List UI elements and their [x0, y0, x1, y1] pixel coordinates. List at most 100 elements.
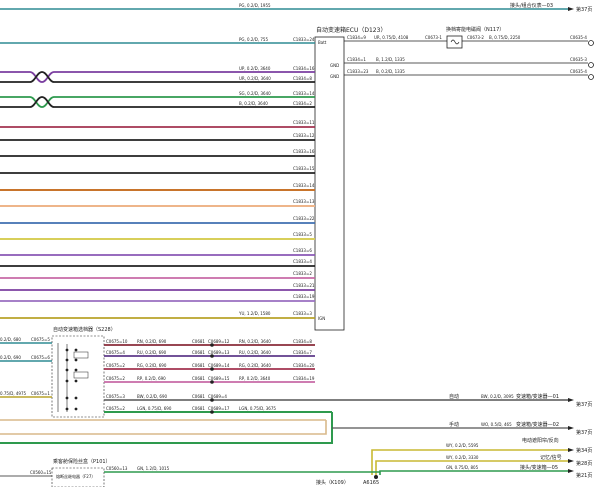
- yellow-branch: [371, 449, 568, 475]
- right-ref-5-label: GN, 0.75/D, 805: [446, 465, 479, 470]
- wire-w2: UR, 0.2/D, 3640 C1834=8: [239, 76, 312, 81]
- wire-w8: C1833=15: [0, 166, 315, 174]
- selector-row-4-j1: C0681: [192, 376, 205, 381]
- right-ref-2-mode: 手动: [449, 421, 459, 428]
- right-ref-1-mode: 自动: [449, 393, 459, 400]
- green-loop: [0, 412, 333, 444]
- gnd-wire-2-label: B, 0.2/D, 1335: [376, 69, 405, 74]
- selector-left-wire-1-pin: C0675=5: [31, 337, 50, 342]
- wire-w3-pin: C1833=14: [293, 91, 315, 96]
- selector-row-3-w2: RG, 0.2/D, 3640: [239, 363, 271, 368]
- wire-w18: YU, 1.2/D, 1580 C1833=3: [0, 311, 315, 319]
- selector-row-4-pin: C0675=2: [106, 376, 125, 381]
- right-ref-2: 手动 WO, 0.5/D, 465 变速箱/变速器—02 第37页: [332, 421, 592, 436]
- joint-code: A6165: [363, 480, 379, 486]
- right-ref-3: WY, 0.2/D, 5595 电动遮阳帘/反向 第34页: [446, 437, 592, 454]
- wire-w6-pin: C1833=12: [293, 133, 315, 138]
- wire-w16: C1833=21: [0, 283, 315, 291]
- wire-w1-label: UP, 0.2/D, 3640: [239, 66, 271, 71]
- selector-row-2: C0675=4 RU, 0.2/D, 690 C0681 C0689=13 RU…: [104, 350, 315, 358]
- arrow-right-icon: [568, 459, 574, 463]
- ground-ref-3: C0635-4: [570, 69, 587, 74]
- passenger-title: 乘客舱保险丝盒（P101）: [53, 458, 111, 465]
- ecu-pin-gnd-1: GND: [330, 63, 339, 68]
- wire-w18-label: YU, 1.2/D, 1580: [238, 311, 271, 316]
- selector-left-wire-2: 0.2/D, 690 C0675=6: [0, 355, 52, 362]
- selector-row-6: C0675=2 LGN, 0.75/D, 690 C0681 C0689=17 …: [104, 406, 332, 414]
- selector-row-2-w1: RU, 0.2/D, 690: [137, 350, 167, 355]
- selector-left-wire-3: 0.75/D, 4975 C0675=1: [0, 391, 52, 398]
- right-ref-1-page[interactable]: 第37页: [576, 401, 592, 408]
- ground-ref-icon[interactable]: [588, 40, 594, 46]
- junction-dot: [374, 475, 378, 479]
- wire-w9: C1833=14: [0, 183, 315, 191]
- gnd-wire-2: C1833=23 B, 0.2/D, 1335 C0635-4: [344, 69, 594, 80]
- wire-w17-pin: C1833=19: [293, 294, 315, 299]
- passenger-wire: GN, 1.2/D, 1015: [137, 466, 170, 471]
- right-ref-1-dest: 变速箱/变速器—01: [516, 393, 559, 400]
- selector-left-wire-1: 0.2/D, 680 C0675=5: [0, 337, 52, 344]
- right-ref-4-page[interactable]: 第28页: [576, 460, 592, 467]
- ground-ref-icon[interactable]: [588, 74, 594, 80]
- arrow-right-icon: [568, 7, 574, 11]
- top-wire-page[interactable]: 第37页: [576, 6, 592, 13]
- wire-w12: C1833=5: [0, 232, 315, 240]
- ground-ref-1: C0635-4: [570, 35, 587, 40]
- right-ref-3-label: WY, 0.2/D, 5595: [446, 443, 479, 448]
- selector-row-1-ecu: C1834=8: [293, 339, 312, 344]
- selector-row-4-w1: RP, 0.2/D, 690: [137, 376, 166, 381]
- wire-w4-label: B, 0.2/D, 3640: [239, 101, 268, 106]
- ground-ref-icon[interactable]: [588, 62, 594, 68]
- solenoid-wire-in: UR, 0.75/D, 4108: [374, 35, 409, 40]
- gnd-wire-1-label: B, 1.2/D, 1335: [376, 57, 405, 62]
- right-ref-3-dest: 电动遮阳帘/反向: [522, 437, 559, 444]
- selector-row-5-pin: C0675=3: [106, 394, 125, 399]
- selector-row-1-pin: C0675=10: [106, 339, 128, 344]
- right-ref-2-page[interactable]: 第37页: [576, 429, 592, 436]
- selector-row-2-j1: C0681: [192, 350, 205, 355]
- gnd-wire-2-pin: C1833=23: [347, 69, 369, 74]
- selector-left-wire-2-label: 0.2/D, 690: [0, 355, 21, 360]
- solenoid-title: 换档寄能电磁阀（N117）: [446, 26, 504, 33]
- gnd-wire-1-pin: C1834=1: [347, 57, 366, 62]
- selector-row-1-w2: RN, 0.2/D, 3640: [239, 339, 271, 344]
- wire-w18-pin: C1833=3: [293, 311, 312, 316]
- selector-row-4-w2: RP, 0.2/D, 3640: [239, 376, 271, 381]
- wire-w16-pin: C1833=21: [293, 283, 315, 288]
- selector-row-4: C0675=2 RP, 0.2/D, 690 C0681 C0689=15 RP…: [104, 376, 315, 384]
- selector-row-3-j2: C0689=14: [208, 363, 230, 368]
- right-ref-2-dest: 变速箱/变速器—02: [516, 421, 559, 428]
- wire-w1-pin: C1834=16: [293, 66, 315, 71]
- arrow-right-icon: [568, 469, 574, 473]
- wire-w14: C1833=4: [0, 259, 315, 267]
- passenger-conn: C0560=13: [106, 466, 128, 471]
- ecu-title: 自动变速箱ECU（D123）: [316, 26, 386, 34]
- wire-w6: C1833=12: [0, 133, 315, 141]
- wire-w10-pin: C1833=13: [293, 199, 315, 204]
- selector-row-6-j1: C0681: [192, 406, 205, 411]
- right-ref-5-page[interactable]: 第21页: [576, 472, 592, 479]
- selector-row-1: C0675=10 RN, 0.2/D, 690 C0681 C0689=12 R…: [104, 339, 315, 347]
- solenoid-conn-left: C0673-1: [425, 35, 442, 40]
- selector-row-1-j1: C0681: [192, 339, 205, 344]
- gnd-wire-1: C1834=1 B, 1.2/D, 1335 C0635-3: [344, 57, 594, 68]
- ecu-pin-gnd-2: GND: [330, 74, 339, 79]
- wire-w3: SG, 0.2/D, 3640 C1833=14: [239, 91, 315, 96]
- ground-ref-2: C0635-3: [570, 57, 587, 62]
- selector-row-6-w1: LGN, 0.75/D, 690: [137, 406, 172, 411]
- solenoid-ecu-pin: C1834=9: [347, 35, 366, 40]
- right-ref-3-page[interactable]: 第34页: [576, 447, 592, 454]
- selector-row-4-j2: C0689=15: [208, 376, 230, 381]
- top-wire-dest: 接头/组合仪表—03: [510, 2, 553, 9]
- right-ref-2-label: WO, 0.5/D, 465: [481, 422, 512, 427]
- wire-w11: C1833=22: [0, 216, 315, 224]
- selector-row-6-j2: C0689=17: [208, 406, 230, 411]
- selector-row-6-pin: C0675=2: [106, 406, 125, 411]
- wire-w4-pin: C1834=2: [293, 101, 312, 106]
- wiring-diagram: PG, 0.2/D, 1955 接头/组合仪表—03 第37页 自动变速箱ECU…: [0, 2, 594, 487]
- selector-row-2-w2: RU, 0.2/D, 3640: [239, 350, 271, 355]
- wire-w5: C1833=11: [0, 120, 315, 128]
- arrow-right-icon: [568, 426, 574, 430]
- wire-w1: UP, 0.2/D, 3640 C1834=16: [239, 66, 315, 71]
- selector-row-3-pin: C0675=2: [106, 363, 125, 368]
